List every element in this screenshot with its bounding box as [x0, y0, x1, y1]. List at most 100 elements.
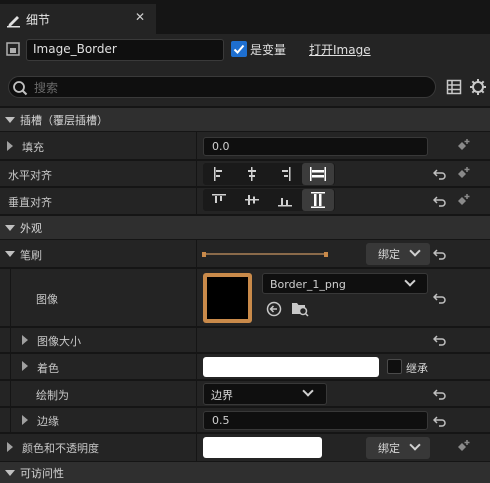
- column-divider: [196, 381, 197, 407]
- tab-details[interactable]: 细节 ✕: [0, 4, 156, 34]
- category-appearance[interactable]: 外观: [0, 216, 490, 239]
- row-divider: [0, 326, 490, 327]
- is-variable-label: 是变量: [250, 43, 287, 57]
- row-divider: [0, 159, 490, 160]
- valign-row: 垂直对齐: [0, 188, 490, 214]
- halign-center-button[interactable]: [236, 163, 268, 185]
- column-divider: [196, 269, 197, 327]
- column-divider: [196, 240, 197, 268]
- indent-guide: [10, 269, 11, 327]
- tab-label: 细节: [26, 13, 51, 27]
- expand-arrow-icon[interactable]: [7, 442, 13, 452]
- image-asset-dropdown[interactable]: Border_1_png: [262, 273, 428, 294]
- search-placeholder: 搜索: [34, 81, 59, 95]
- image-row: 图像 Border_1_png: [0, 269, 490, 327]
- row-divider: [0, 186, 490, 187]
- category-slot[interactable]: 插槽（覆层插槽）: [0, 108, 490, 131]
- inherit-checkbox[interactable]: [387, 359, 402, 374]
- keyframe-add-icon[interactable]: [456, 439, 472, 455]
- keyframe-add-icon[interactable]: [456, 193, 472, 209]
- indent-guide: [10, 408, 11, 433]
- draw-as-label: 绘制为: [36, 389, 69, 402]
- expand-arrow-icon[interactable]: [22, 335, 28, 345]
- column-divider: [196, 188, 197, 214]
- reset-arrow-icon[interactable]: [433, 248, 447, 260]
- halign-label: 水平对齐: [8, 169, 52, 182]
- valign-top-button[interactable]: [203, 189, 235, 211]
- reset-arrow-icon[interactable]: [433, 168, 447, 180]
- image-size-row: 图像大小: [0, 328, 490, 353]
- align-middle-icon: [245, 195, 259, 205]
- column-divider: [196, 408, 197, 433]
- row-divider: [0, 379, 490, 380]
- collapse-arrow-icon[interactable]: [5, 251, 15, 257]
- padding-label: 填充: [22, 141, 44, 154]
- align-fill-vertical-icon: [311, 192, 325, 208]
- close-icon[interactable]: ✕: [135, 10, 145, 24]
- reset-arrow-icon[interactable]: [433, 388, 447, 400]
- tint-color-swatch[interactable]: [203, 357, 379, 377]
- color-bind-dropdown[interactable]: 绑定: [366, 437, 430, 459]
- brush-row: 笔刷 绑定: [0, 240, 490, 268]
- chevron-down-icon: [409, 245, 421, 257]
- valign-fill-button[interactable]: [302, 189, 334, 211]
- tint-label: 着色: [37, 362, 59, 375]
- indent-guide: [10, 381, 11, 407]
- tint-row: 着色 继承: [0, 354, 490, 380]
- reset-arrow-icon[interactable]: [433, 195, 447, 207]
- margin-field[interactable]: 0.5: [203, 411, 428, 430]
- row-divider: [0, 267, 490, 268]
- bind-label: 绑定: [378, 248, 400, 261]
- widget-name-field[interactable]: Image_Border: [26, 39, 224, 61]
- margin-row: 边缘 0.5: [0, 408, 490, 433]
- use-selected-asset-icon[interactable]: [266, 301, 282, 317]
- category-accessibility[interactable]: 可访问性: [0, 462, 490, 483]
- column-divider: [196, 161, 197, 187]
- is-variable-checkbox[interactable]: [231, 41, 247, 57]
- halign-fill-button[interactable]: [302, 163, 334, 185]
- color-opacity-swatch[interactable]: [203, 437, 322, 458]
- chevron-down-icon: [404, 275, 416, 287]
- browse-asset-icon[interactable]: [291, 300, 309, 317]
- reset-arrow-icon[interactable]: [433, 415, 447, 427]
- keyframe-add-icon[interactable]: [456, 138, 472, 154]
- valign-label: 垂直对齐: [8, 196, 52, 209]
- chevron-down-icon: [409, 439, 421, 451]
- column-divider: [196, 328, 197, 353]
- expand-arrow-icon[interactable]: [22, 415, 28, 425]
- draw-as-dropdown[interactable]: 边界: [203, 383, 327, 405]
- halign-row: 水平对齐: [0, 161, 490, 187]
- expand-arrow-icon[interactable]: [7, 141, 13, 151]
- halign-right-button[interactable]: [269, 163, 301, 185]
- indent-guide: [10, 354, 11, 380]
- category-title: 插槽（覆层插槽）: [20, 114, 108, 127]
- chevron-down-icon: [302, 385, 314, 397]
- gear-icon[interactable]: [469, 78, 487, 96]
- valign-center-button[interactable]: [236, 189, 268, 211]
- valign-bottom-button[interactable]: [269, 189, 301, 211]
- align-bottom-icon: [278, 198, 292, 207]
- category-title: 可访问性: [20, 467, 64, 480]
- align-top-icon: [212, 194, 226, 203]
- reset-arrow-icon[interactable]: [433, 334, 447, 346]
- column-divider: [196, 434, 197, 461]
- align-center-icon: [248, 167, 256, 181]
- brush-bind-dropdown[interactable]: 绑定: [366, 243, 430, 265]
- padding-field[interactable]: 0.0: [203, 137, 428, 156]
- reset-arrow-icon[interactable]: [433, 292, 447, 304]
- thumbnail-content: [207, 277, 248, 319]
- align-right-icon: [282, 167, 291, 181]
- collapse-arrow-icon: [5, 117, 15, 123]
- bind-label: 绑定: [378, 442, 400, 455]
- open-image-link[interactable]: 打开Image: [309, 41, 371, 58]
- image-thumbnail[interactable]: [203, 273, 252, 323]
- image-widget-icon: [6, 42, 20, 56]
- halign-left-button[interactable]: [203, 163, 235, 185]
- table-view-icon[interactable]: [446, 79, 462, 95]
- keyframe-add-icon[interactable]: [456, 166, 472, 182]
- row-divider: [0, 406, 490, 407]
- collapse-arrow-icon: [5, 225, 15, 231]
- search-input[interactable]: [8, 76, 436, 98]
- inherit-label: 继承: [406, 362, 428, 375]
- expand-arrow-icon[interactable]: [22, 361, 28, 371]
